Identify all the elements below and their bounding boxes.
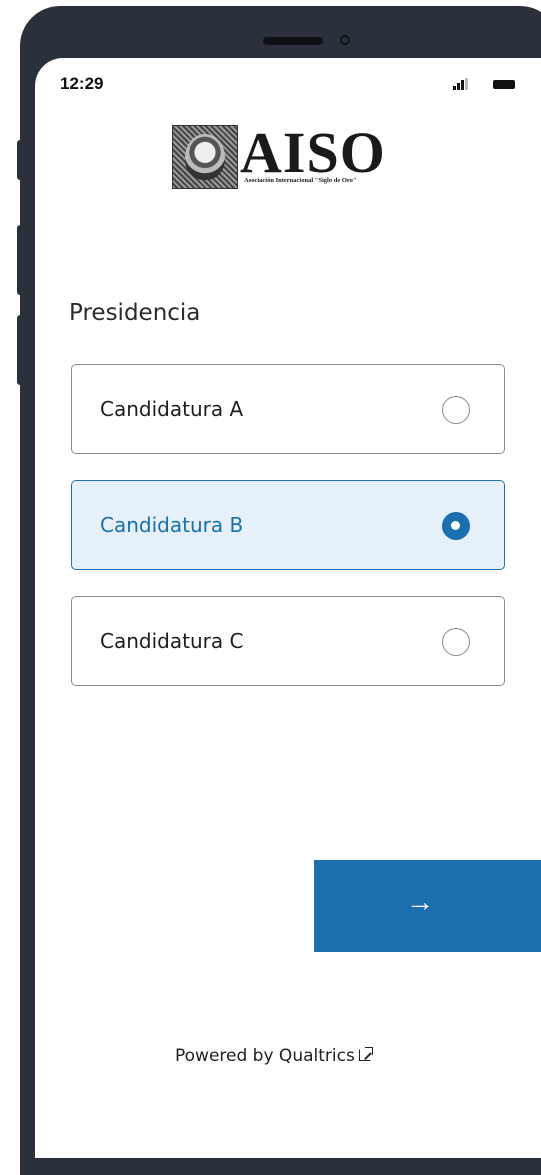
front-camera	[340, 35, 350, 45]
radio-button-selected[interactable]	[442, 512, 470, 540]
phone-frame-bottom	[20, 1158, 541, 1175]
option-candidatura-c[interactable]: Candidatura C	[71, 596, 505, 686]
survey-stage: 12:29 AISO Asociación Internacional "Sig…	[0, 0, 541, 1175]
aiso-logo: AISO Asociación Internacional "Siglo de …	[172, 120, 402, 189]
option-label: Candidatura C	[100, 629, 244, 653]
speaker-grille	[263, 37, 323, 45]
next-button[interactable]: →	[314, 860, 541, 952]
option-label: Candidatura B	[100, 513, 244, 537]
phone-screen: 12:29 AISO Asociación Internacional "Sig…	[35, 58, 541, 1158]
option-candidatura-b[interactable]: Candidatura B	[71, 480, 505, 570]
radio-button[interactable]	[442, 628, 470, 656]
external-link-icon	[358, 1047, 373, 1061]
footer-text: Powered by Qualtrics	[175, 1046, 355, 1066]
option-candidatura-a[interactable]: Candidatura A	[71, 364, 505, 454]
option-label: Candidatura A	[100, 397, 244, 421]
powered-by-footer[interactable]: Powered by Qualtrics	[175, 1046, 373, 1066]
question-title: Presidencia	[69, 300, 201, 326]
radio-button[interactable]	[442, 396, 470, 424]
status-time: 12:29	[60, 74, 104, 93]
arrow-right-icon: →	[406, 886, 434, 917]
battery-icon	[493, 80, 515, 89]
logo-subtitle: Asociación Internacional "Siglo de Oro"	[244, 177, 357, 184]
aiso-emblem	[172, 125, 238, 189]
logo-title: AISO	[240, 120, 386, 185]
cellular-signal-icon	[453, 78, 471, 90]
